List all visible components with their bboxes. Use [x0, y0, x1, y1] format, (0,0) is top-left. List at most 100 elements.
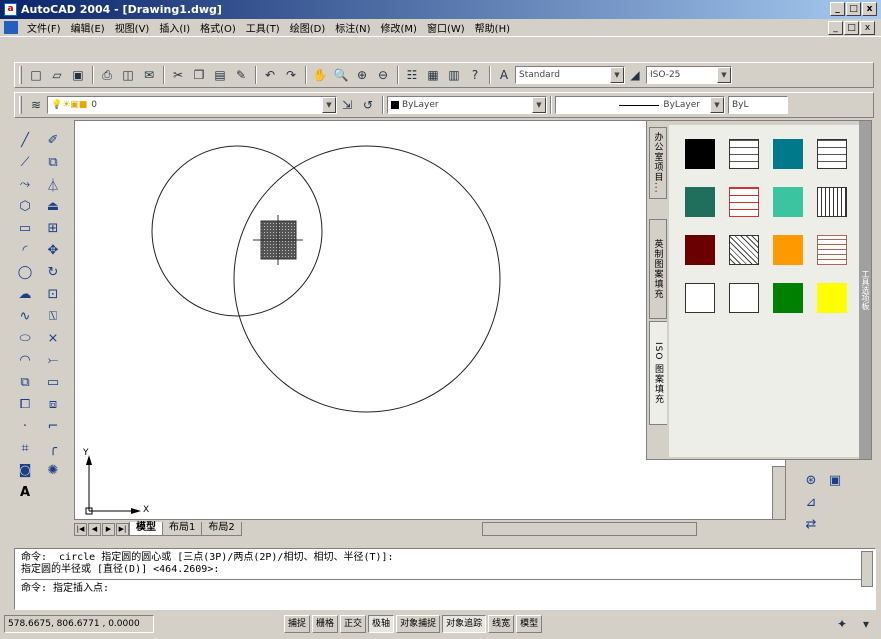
- explode-icon[interactable]: ✺: [42, 460, 64, 480]
- properties-icon[interactable]: ☷: [402, 65, 422, 85]
- zoom-window-icon[interactable]: ⊕: [352, 65, 372, 85]
- brick-pattern-2[interactable]: [817, 139, 847, 169]
- dark-green-swatch[interactable]: [685, 187, 715, 217]
- cut-icon[interactable]: ✂: [168, 65, 188, 85]
- break-icon[interactable]: ▭: [42, 372, 64, 392]
- prev-tab-icon[interactable]: ◀: [88, 522, 101, 536]
- minimize-button[interactable]: _: [830, 2, 845, 16]
- yellow-swatch[interactable]: [817, 283, 847, 313]
- offset-icon[interactable]: ⏏: [42, 196, 64, 216]
- chamfer-icon[interactable]: ⌐: [42, 416, 64, 436]
- polar-toggle[interactable]: 极轴: [368, 615, 395, 633]
- ellipse-icon[interactable]: ⬭: [14, 328, 36, 348]
- tab-iso-hatch[interactable]: ISO 图案填充: [649, 321, 667, 425]
- designcenter-icon[interactable]: ▦: [423, 65, 443, 85]
- menu-file[interactable]: 文件(F): [22, 20, 66, 35]
- undo-icon[interactable]: ↶: [260, 65, 280, 85]
- menu-view[interactable]: 视图(V): [110, 20, 155, 35]
- menu-insert[interactable]: 插入(I): [154, 20, 195, 35]
- lineweight-select[interactable]: ByL: [728, 96, 788, 114]
- sketch-pattern[interactable]: [685, 283, 715, 313]
- extend-icon[interactable]: ⤚: [42, 350, 64, 370]
- hatch-icon[interactable]: ⌗: [14, 438, 36, 458]
- ortho-toggle[interactable]: 正交: [340, 615, 367, 633]
- toolpalette-icon[interactable]: ▥: [444, 65, 464, 85]
- teal-swatch[interactable]: [773, 139, 803, 169]
- rectangle-icon[interactable]: ▭: [14, 218, 36, 238]
- point-icon[interactable]: ·: [14, 416, 36, 436]
- chevron-down-icon[interactable]: ▼: [710, 97, 724, 113]
- join-icon[interactable]: ⧈: [42, 394, 64, 414]
- menu-window[interactable]: 窗口(W): [422, 20, 470, 35]
- menu-dimension[interactable]: 标注(N): [330, 20, 375, 35]
- rotate-icon[interactable]: ↻: [42, 262, 64, 282]
- color-select[interactable]: ByLayer ▼: [387, 96, 547, 114]
- brick-pattern[interactable]: [729, 139, 759, 169]
- circle-icon[interactable]: ◯: [14, 262, 36, 282]
- named-views-icon[interactable]: ⇄: [800, 514, 822, 534]
- close-button[interactable]: x: [862, 2, 877, 16]
- tab-office[interactable]: 办公室项目...: [649, 127, 667, 199]
- pan-icon[interactable]: ✋: [310, 65, 330, 85]
- zoom-previous-icon[interactable]: ⊖: [373, 65, 393, 85]
- menu-tools[interactable]: 工具(T): [241, 20, 285, 35]
- communication-center-icon[interactable]: ✦: [832, 614, 852, 634]
- paste-icon[interactable]: ▤: [210, 65, 230, 85]
- command-scrollbar[interactable]: [861, 551, 873, 587]
- layer-manager-icon[interactable]: ≋: [26, 95, 46, 115]
- region-icon[interactable]: ◙: [14, 460, 36, 480]
- maroon-swatch[interactable]: [685, 235, 715, 265]
- command-window[interactable]: 命令: _circle 指定圆的圆心或 [三点(3P)/两点(2P)/相切、相切…: [14, 548, 876, 610]
- last-tab-icon[interactable]: ▶|: [116, 522, 129, 536]
- autocad-app-icon[interactable]: a: [4, 3, 17, 16]
- copy-object-icon[interactable]: ⧉: [42, 152, 64, 172]
- green-swatch[interactable]: [773, 283, 803, 313]
- menu-format[interactable]: 格式(O): [195, 20, 241, 35]
- snap-toggle[interactable]: 捕捉: [284, 615, 311, 633]
- osnap-toggle[interactable]: 对象捕捉: [396, 615, 441, 633]
- polygon-icon[interactable]: ⬡: [14, 196, 36, 216]
- dim-style-select[interactable]: ISO-25 ▼: [646, 66, 732, 84]
- render-icon[interactable]: ▣: [824, 470, 846, 490]
- 3d-orbit-icon[interactable]: ⊛: [800, 470, 822, 490]
- stretch-icon[interactable]: ⍂: [42, 306, 64, 326]
- trim-icon[interactable]: ⨯: [42, 328, 64, 348]
- chevron-down-icon[interactable]: ▼: [610, 67, 624, 83]
- orange-swatch[interactable]: [773, 235, 803, 265]
- erase-icon[interactable]: ✐: [42, 130, 64, 150]
- grid-toggle[interactable]: 栅格: [312, 615, 339, 633]
- tab-model[interactable]: 模型: [129, 522, 163, 536]
- array-icon[interactable]: ⊞: [42, 218, 64, 238]
- move-icon[interactable]: ✥: [42, 240, 64, 260]
- tray-menu-icon[interactable]: ▾: [856, 614, 876, 634]
- large-circle[interactable]: [233, 145, 501, 413]
- horizontal-scrollbar[interactable]: [481, 522, 697, 536]
- lineweight-toggle[interactable]: 线宽: [488, 615, 515, 633]
- fillet-icon[interactable]: ╭: [42, 438, 64, 458]
- wave-pattern[interactable]: [729, 283, 759, 313]
- copy-icon[interactable]: ❐: [189, 65, 209, 85]
- new-icon[interactable]: □: [26, 65, 46, 85]
- grid-pattern[interactable]: [817, 187, 847, 217]
- tab-imperial-hatch[interactable]: 英制图案填充: [649, 219, 667, 319]
- coordinate-display[interactable]: 578.6675, 806.6771 , 0.0000: [4, 615, 154, 633]
- save-icon[interactable]: ▣: [68, 65, 88, 85]
- red-brick-pattern[interactable]: [729, 187, 759, 217]
- publish-icon[interactable]: ✉: [139, 65, 159, 85]
- mirror-icon[interactable]: ⏃: [42, 174, 64, 194]
- maximize-button[interactable]: □: [846, 2, 861, 16]
- menu-help[interactable]: 帮助(H): [470, 20, 515, 35]
- revcloud-icon[interactable]: ☁: [14, 284, 36, 304]
- model-toggle[interactable]: 模型: [516, 615, 543, 633]
- tab-layout2[interactable]: 布局2: [201, 522, 242, 536]
- scale-icon[interactable]: ⊡: [42, 284, 64, 304]
- ellipse-arc-icon[interactable]: ◠: [14, 350, 36, 370]
- menu-modify[interactable]: 修改(M): [376, 20, 422, 35]
- first-tab-icon[interactable]: |◀: [74, 522, 87, 536]
- layer-select[interactable]: 💡☀▣■ 0 ▼: [47, 96, 337, 114]
- palette-title-bar[interactable]: 工具选项板: [859, 121, 871, 459]
- menu-edit[interactable]: 编辑(E): [66, 20, 110, 35]
- polyline-icon[interactable]: ⤳: [14, 174, 36, 194]
- parquet-pattern[interactable]: [817, 235, 847, 265]
- construction-line-icon[interactable]: ⟋: [14, 152, 36, 172]
